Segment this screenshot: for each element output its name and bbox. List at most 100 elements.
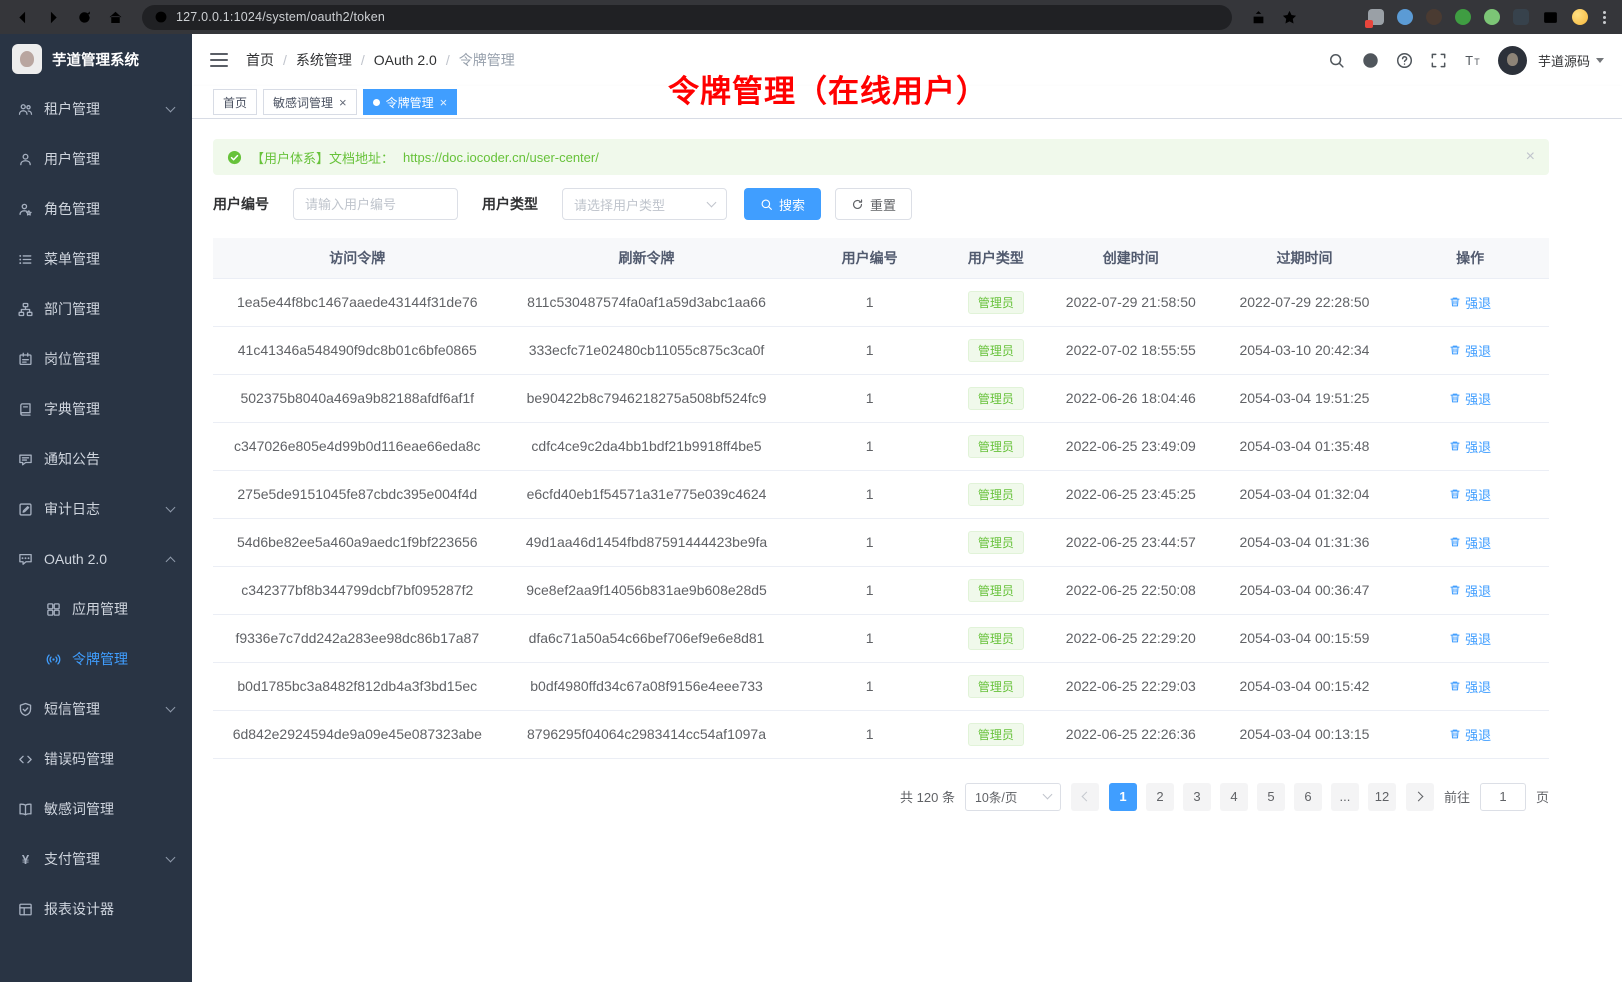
force-logout-button[interactable]: 强退	[1449, 341, 1491, 360]
breadcrumb-separator: /	[446, 52, 450, 68]
user-avatar[interactable]	[1498, 46, 1527, 75]
sidebar-item-dict[interactable]: 字典管理	[0, 384, 192, 434]
breadcrumb-item[interactable]: 系统管理	[296, 50, 352, 70]
app-logo-row[interactable]: 芋道管理系统	[0, 34, 192, 84]
notice-icon	[18, 452, 33, 467]
split-view-icon[interactable]	[1542, 9, 1559, 26]
extension-icon-charcoal[interactable]	[1513, 9, 1529, 25]
pagination-ellipsis[interactable]: ...	[1331, 783, 1359, 811]
sidebar-item-report[interactable]: 报表设计器	[0, 884, 192, 934]
reset-button[interactable]: 重置	[835, 188, 912, 220]
prev-page-button[interactable]	[1071, 783, 1099, 811]
page-button-1[interactable]: 1	[1109, 783, 1137, 811]
search-icon[interactable]	[1328, 52, 1345, 69]
sidebar-item-post[interactable]: 岗位管理	[0, 334, 192, 384]
page-button-12[interactable]: 12	[1368, 783, 1396, 811]
browser-profile-avatar[interactable]	[1572, 9, 1588, 25]
sidebar-item-notice[interactable]: 通知公告	[0, 434, 192, 484]
delete-icon	[1449, 728, 1461, 740]
sidebar-item-sms[interactable]: 短信管理	[0, 684, 192, 734]
tab-label: 首页	[223, 94, 247, 111]
page-button-6[interactable]: 6	[1294, 783, 1322, 811]
reload-icon[interactable]	[76, 9, 93, 26]
table-body: 1ea5e44f8bc1467aaede43144f31de76811c5304…	[213, 278, 1549, 758]
sensitive-icon	[18, 802, 33, 817]
page-button-2[interactable]: 2	[1146, 783, 1174, 811]
sidebar-item-errcode[interactable]: 错误码管理	[0, 734, 192, 784]
site-info-icon[interactable]	[154, 10, 168, 24]
force-logout-button[interactable]: 强退	[1449, 533, 1491, 552]
sidebar-item-sensitive[interactable]: 敏感词管理	[0, 784, 192, 834]
user-type-badge: 管理员	[968, 435, 1024, 458]
tab-2[interactable]: 令牌管理×	[363, 89, 458, 115]
goto-page-input[interactable]	[1480, 783, 1526, 811]
github-icon[interactable]	[1362, 52, 1379, 69]
extension-icon-green[interactable]	[1455, 9, 1471, 25]
url-bar[interactable]: 127.0.0.1:1024/system/oauth2/token	[142, 5, 1232, 30]
forward-icon[interactable]	[45, 9, 62, 26]
force-logout-button[interactable]: 强退	[1449, 581, 1491, 600]
force-logout-button[interactable]: 强退	[1449, 485, 1491, 504]
extension-icon-badged[interactable]	[1368, 9, 1384, 25]
search-button[interactable]: 搜索	[744, 188, 821, 220]
breadcrumb-item[interactable]: OAuth 2.0	[374, 52, 437, 68]
errcode-icon	[18, 752, 33, 767]
sidebar-item-audit[interactable]: 审计日志	[0, 484, 192, 534]
close-tab-icon[interactable]: ×	[339, 96, 347, 109]
sidebar-item-tenant[interactable]: 租户管理	[0, 84, 192, 134]
sidebar-item-pay[interactable]: ¥支付管理	[0, 834, 192, 884]
force-logout-button[interactable]: 强退	[1449, 725, 1491, 744]
force-logout-label: 强退	[1465, 581, 1491, 600]
fullscreen-icon[interactable]	[1430, 52, 1447, 69]
force-logout-button[interactable]: 强退	[1449, 629, 1491, 648]
sidebar-item-role[interactable]: 角色管理	[0, 184, 192, 234]
force-logout-button[interactable]: 强退	[1449, 437, 1491, 456]
sidebar-item-label: OAuth 2.0	[44, 551, 107, 567]
collapse-sidebar-icon[interactable]	[210, 53, 228, 67]
page-size-value: 10条/页	[975, 787, 1017, 806]
close-tab-icon[interactable]: ×	[440, 96, 448, 109]
sidebar-item-dept[interactable]: 部门管理	[0, 284, 192, 334]
chevron-down-icon	[1043, 790, 1053, 800]
user-id-input[interactable]	[293, 188, 458, 220]
breadcrumb-item[interactable]: 首页	[246, 50, 274, 70]
page-size-select[interactable]: 10条/页	[965, 783, 1061, 811]
extension-icon-lightgreen[interactable]	[1484, 9, 1500, 25]
browser-extension-area	[1368, 9, 1612, 26]
success-icon	[227, 150, 242, 165]
sidebar-item-label: 租户管理	[44, 99, 100, 119]
tab-1[interactable]: 敏感词管理×	[263, 89, 357, 115]
force-logout-button[interactable]: 强退	[1449, 389, 1491, 408]
sidebar-item-user[interactable]: 用户管理	[0, 134, 192, 184]
page-button-5[interactable]: 5	[1257, 783, 1285, 811]
doc-link[interactable]: https://doc.iocoder.cn/user-center/	[403, 150, 599, 165]
force-logout-button[interactable]: 强退	[1449, 677, 1491, 696]
next-page-button[interactable]	[1406, 783, 1434, 811]
close-alert-icon[interactable]: ×	[1526, 149, 1535, 165]
star-icon[interactable]	[1281, 9, 1298, 26]
fontsize-icon[interactable]: TT	[1464, 52, 1481, 69]
sidebar-item-oauth[interactable]: OAuth 2.0	[0, 534, 192, 584]
sidebar-item-oauth-token[interactable]: 令牌管理	[0, 634, 192, 684]
user-menu[interactable]: 芋道源码	[1538, 51, 1604, 70]
back-icon[interactable]	[14, 9, 31, 26]
share-icon[interactable]	[1250, 9, 1267, 26]
question-icon[interactable]	[1396, 52, 1413, 69]
extension-icon-blue[interactable]	[1397, 9, 1413, 25]
sidebar-item-label: 通知公告	[44, 449, 100, 469]
page-button-4[interactable]: 4	[1220, 783, 1248, 811]
expire-time-cell: 2054-03-04 19:51:25	[1218, 374, 1392, 422]
tab-0[interactable]: 首页	[213, 89, 257, 115]
user-type-select[interactable]: 请选择用户类型	[562, 188, 727, 220]
refresh-token-cell: 49d1aa46d1454fbd87591444423be9fa	[502, 518, 792, 566]
browser-menu-icon[interactable]	[1601, 9, 1608, 26]
sidebar-item-oauth-app[interactable]: 应用管理	[0, 584, 192, 634]
table-row: b0d1785bc3a8482f812db4a3f3bd15ecb0df4980…	[213, 662, 1549, 710]
home-icon[interactable]	[107, 9, 124, 26]
extension-icon-dark[interactable]	[1426, 9, 1442, 25]
oauth-icon	[18, 552, 33, 567]
doc-alert: 【用户体系】文档地址： https://doc.iocoder.cn/user-…	[213, 139, 1549, 175]
sidebar-item-menu[interactable]: 菜单管理	[0, 234, 192, 284]
page-button-3[interactable]: 3	[1183, 783, 1211, 811]
force-logout-button[interactable]: 强退	[1449, 293, 1491, 312]
